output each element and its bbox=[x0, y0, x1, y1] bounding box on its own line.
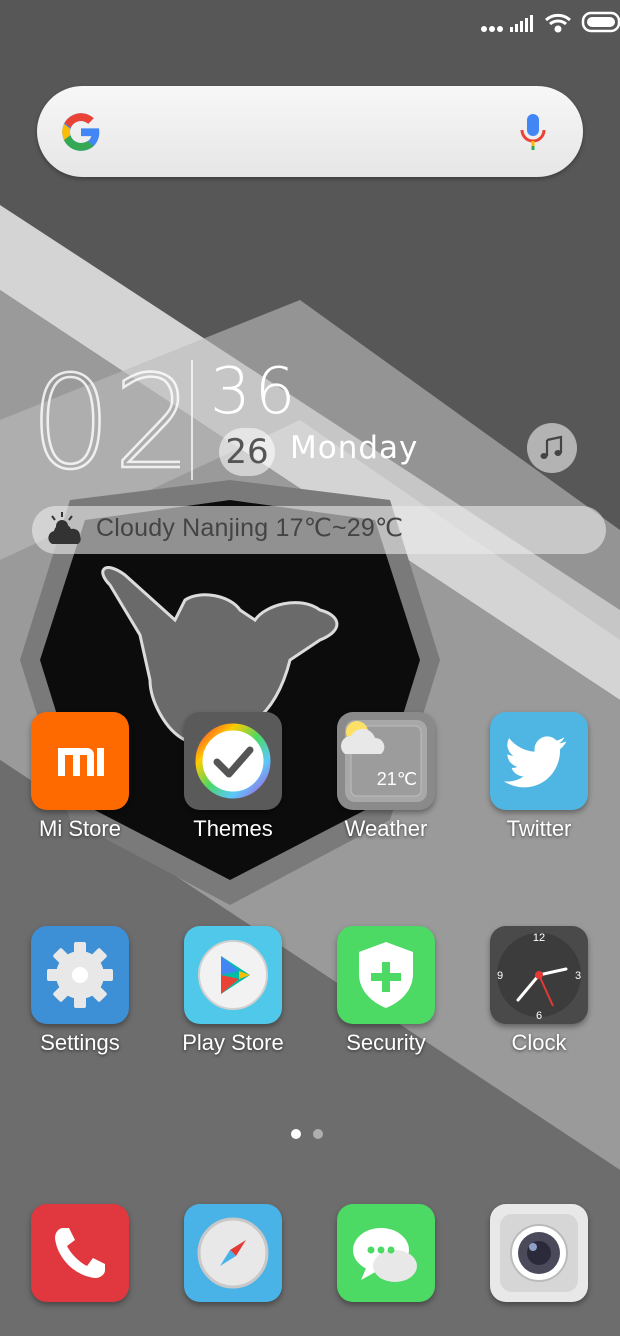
security-icon bbox=[337, 926, 435, 1024]
day-label: Monday bbox=[290, 430, 419, 466]
messages-icon bbox=[337, 1204, 435, 1302]
date-badge: 26 bbox=[219, 428, 275, 476]
app-label: Twitter bbox=[506, 816, 572, 841]
app-mi-store[interactable]: Mi Store bbox=[15, 712, 145, 842]
more-dots-icon bbox=[481, 26, 503, 32]
weather-temp: 21℃ bbox=[376, 769, 417, 789]
page-dot[interactable] bbox=[313, 1129, 323, 1139]
app-themes[interactable]: Themes bbox=[168, 712, 298, 842]
themes-icon bbox=[184, 712, 282, 810]
google-g-icon bbox=[62, 113, 100, 151]
clock-hours[interactable]: 02 bbox=[29, 348, 196, 500]
app-label: Mi Store bbox=[39, 816, 121, 841]
clock-dial-12: 12 bbox=[533, 932, 545, 944]
svg-text:02: 02 bbox=[30, 355, 180, 480]
status-bar bbox=[0, 0, 620, 48]
mic-icon[interactable] bbox=[519, 112, 547, 152]
clock-minutes[interactable]: 36 bbox=[210, 360, 299, 424]
app-label: Clock bbox=[511, 1030, 567, 1055]
mi-store-icon bbox=[31, 712, 129, 810]
app-label: Security bbox=[346, 1030, 426, 1055]
phone-icon bbox=[31, 1204, 129, 1302]
app-label: Weather bbox=[344, 816, 428, 841]
music-button[interactable] bbox=[527, 423, 577, 473]
battery-icon bbox=[581, 11, 620, 33]
app-security[interactable]: Security bbox=[321, 926, 451, 1056]
settings-icon bbox=[31, 926, 129, 1024]
clock-dial-6: 6 bbox=[536, 1010, 542, 1022]
wifi-icon bbox=[545, 13, 571, 33]
app-label: Play Store bbox=[182, 1030, 284, 1055]
clock-dial-3: 3 bbox=[575, 970, 581, 982]
browser-icon bbox=[184, 1204, 282, 1302]
music-note-icon bbox=[540, 435, 563, 459]
weather-text: Cloudy Nanjing 17℃~29℃ bbox=[96, 514, 404, 542]
dock-phone[interactable] bbox=[15, 1204, 145, 1302]
cloud-sun-icon bbox=[48, 512, 81, 544]
app-settings[interactable]: Settings bbox=[15, 926, 145, 1056]
app-play-store[interactable]: Play Store bbox=[168, 926, 298, 1056]
page-indicator bbox=[291, 1126, 335, 1144]
page-dot-active[interactable] bbox=[291, 1129, 301, 1139]
dock-browser[interactable] bbox=[168, 1204, 298, 1302]
play-store-icon bbox=[184, 926, 282, 1024]
signal-icon bbox=[510, 15, 533, 32]
twitter-icon bbox=[490, 712, 588, 810]
camera-icon bbox=[490, 1204, 588, 1302]
google-search-bar[interactable] bbox=[37, 86, 583, 177]
app-label: Settings bbox=[40, 1030, 120, 1055]
clock-dial-9: 9 bbox=[497, 970, 503, 982]
weather-icon: 21℃ bbox=[337, 712, 435, 810]
dock-messages[interactable] bbox=[321, 1204, 451, 1302]
clock-divider bbox=[191, 360, 193, 480]
dock-camera[interactable] bbox=[474, 1204, 604, 1302]
app-label: Themes bbox=[193, 816, 273, 841]
app-weather[interactable]: 21℃ Weather bbox=[321, 712, 451, 842]
clock-icon: 12 3 6 9 bbox=[490, 926, 588, 1024]
app-twitter[interactable]: Twitter bbox=[474, 712, 604, 842]
app-clock[interactable]: 12 3 6 9 Clock bbox=[474, 926, 604, 1056]
weather-widget[interactable]: Cloudy Nanjing 17℃~29℃ bbox=[32, 506, 606, 554]
